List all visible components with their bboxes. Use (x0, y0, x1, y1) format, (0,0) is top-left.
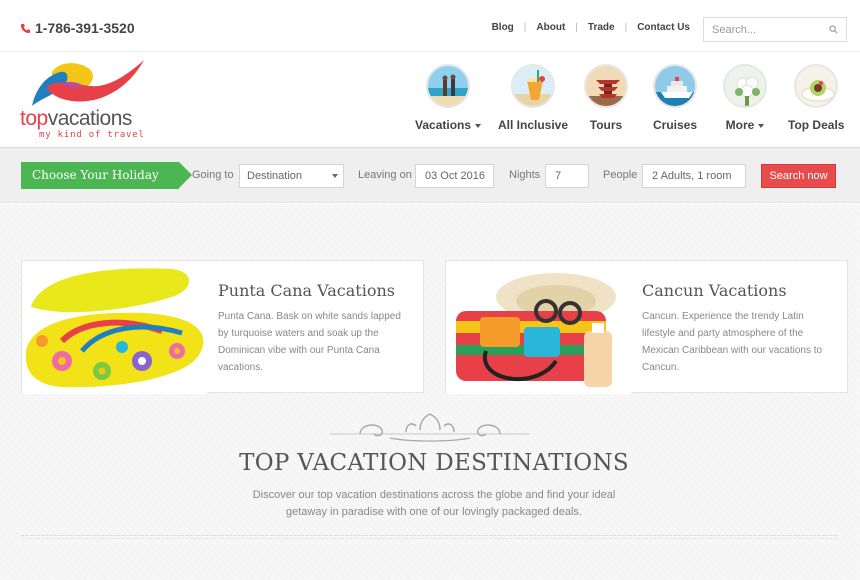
divider (22, 538, 838, 539)
phone-icon (20, 23, 31, 33)
separator: | (523, 22, 527, 33)
leaving-on-label: Leaving on (358, 169, 412, 181)
nav-top-deals[interactable]: Top Deals (788, 64, 844, 132)
top-links: Blog | About | Trade | Contact Us (492, 22, 690, 33)
search-now-button[interactable]: Search now (761, 164, 836, 188)
chevron-down-icon (332, 174, 338, 178)
nav-all-inclusive-label: All Inclusive (498, 118, 569, 132)
section-title: TOP VACATION DESTINATIONS (239, 450, 629, 476)
nav-cruises-label: Cruises (653, 118, 698, 132)
going-to-label: Going to (192, 169, 234, 181)
main-content: Punta Cana Vacations Punta Cana. Bask on… (0, 204, 860, 580)
card-description: Cancun. Experience the trendy Latin life… (642, 311, 823, 373)
nav-vacations[interactable]: Vacations (415, 64, 482, 132)
about-link[interactable]: About (536, 22, 565, 33)
phone-number-text: 1-786-391-3520 (35, 20, 135, 36)
cocktail-icon (511, 64, 556, 108)
pagoda-icon (584, 64, 628, 108)
nav-cruises[interactable]: Cruises (653, 64, 697, 132)
nav-all-inclusive[interactable]: All Inclusive (498, 64, 568, 132)
flip-flops-image (22, 261, 207, 394)
booking-bar: Choose Your Holiday Going to Destination… (0, 147, 860, 203)
leaving-on-input[interactable]: 03 Oct 2016 (415, 164, 494, 188)
punta-cana-card[interactable]: Punta Cana Vacations Punta Cana. Bask on… (21, 260, 424, 394)
nav-vacations-label: Vacations (415, 118, 482, 132)
destination-value: Destination (247, 170, 303, 182)
people-input[interactable]: 2 Adults, 1 room (642, 164, 746, 188)
chevron-down-icon (758, 123, 765, 128)
cruise-ship-icon (653, 64, 698, 108)
dessert-icon (794, 64, 839, 108)
chevron-down-icon (475, 123, 482, 128)
divider (22, 535, 838, 536)
separator: | (624, 22, 628, 33)
blog-link[interactable]: Blog (492, 22, 514, 33)
main-nav: Vacations All Inclusive Tours Cruises Mo… (0, 64, 860, 144)
top-bar: 1-786-391-3520 Blog | About | Trade | Co… (0, 0, 860, 52)
card-title[interactable]: Punta Cana Vacations (218, 281, 395, 300)
contact-us-link[interactable]: Contact Us (637, 22, 690, 33)
nights-input[interactable]: 7 (545, 164, 589, 188)
card-description: Punta Cana. Bask on white sands lapped b… (218, 311, 401, 373)
nav-more[interactable]: More (723, 64, 767, 132)
ornament-divider (330, 413, 530, 442)
card-title[interactable]: Cancun Vacations (642, 281, 787, 300)
search-input[interactable] (704, 18, 822, 41)
trade-link[interactable]: Trade (588, 22, 615, 33)
nav-more-label: More (726, 118, 765, 132)
beach-couple-icon (426, 64, 471, 108)
separator: | (575, 22, 578, 33)
destination-select[interactable]: Destination (239, 164, 344, 188)
nav-tours[interactable]: Tours (584, 64, 628, 132)
beach-bag-image (446, 261, 631, 394)
choose-your-holiday-banner: Choose Your Holiday (21, 162, 192, 189)
people-label: People (603, 169, 638, 181)
header: topvacations my kind of travel Vacations… (0, 52, 860, 147)
search-icon[interactable] (829, 25, 838, 34)
nights-label: Nights (509, 169, 541, 181)
nav-tours-label: Tours (589, 118, 623, 132)
section-description: Discover our top vacation destinations a… (252, 489, 616, 518)
site-search (703, 17, 847, 42)
cancun-card[interactable]: Cancun Vacations Cancun. Experience the … (445, 260, 848, 394)
phone-number[interactable]: 1-786-391-3520 (20, 20, 135, 36)
bouquet-icon (723, 64, 767, 108)
nav-top-deals-label: Top Deals (788, 118, 845, 132)
